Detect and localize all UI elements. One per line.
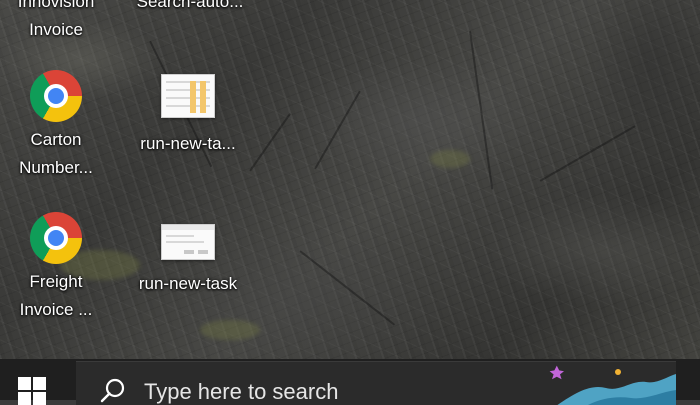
chrome-icon <box>30 70 82 122</box>
windows-logo-icon <box>18 377 46 405</box>
desktop-icon-search-auto[interactable]: Search-auto... <box>131 0 249 16</box>
dialog-thumbnail-icon <box>161 224 215 260</box>
wallpaper-crack <box>299 250 396 326</box>
desktop-icon-label: Carton Number... <box>19 130 93 177</box>
desktop-icon-run-new-task-excel[interactable]: run-new-ta... <box>129 74 247 158</box>
desktop-icon-label: run-new-ta... <box>140 134 236 153</box>
chrome-icon <box>30 212 82 264</box>
desktop-icon-carton-number[interactable]: Carton Number... <box>0 70 115 182</box>
wallpaper-crack <box>314 90 361 170</box>
wallpaper-crack <box>539 125 636 182</box>
desktop-icon-label: run-new-task <box>138 274 238 293</box>
desktop-wallpaper: Innovision Invoice Search-auto... Carton… <box>0 0 700 359</box>
wallpaper-lichen <box>430 150 470 168</box>
wallpaper-crack <box>249 113 291 172</box>
search-box[interactable]: Type here to search <box>76 361 676 405</box>
wallpaper-lichen <box>200 320 260 340</box>
search-highlight-illustration-icon <box>549 365 676 405</box>
desktop-icon-freight-invoice[interactable]: Freight Invoice ... <box>0 212 115 324</box>
start-button[interactable] <box>0 359 66 405</box>
wallpaper-crack <box>469 30 494 190</box>
desktop-icon-run-new-task-dialog[interactable]: run-new-task <box>129 224 247 298</box>
desktop-icon-label: Search-auto... <box>136 0 244 11</box>
desktop-icon-innovision-invoice[interactable]: Innovision Invoice <box>0 0 115 44</box>
taskbar: Type here to search <box>0 359 700 405</box>
desktop-icon-label: Innovision Invoice <box>17 0 95 39</box>
search-placeholder: Type here to search <box>144 379 339 404</box>
spreadsheet-thumbnail-icon <box>161 74 215 118</box>
desktop-icon-label: Freight Invoice ... <box>19 272 93 319</box>
search-icon <box>100 378 125 403</box>
